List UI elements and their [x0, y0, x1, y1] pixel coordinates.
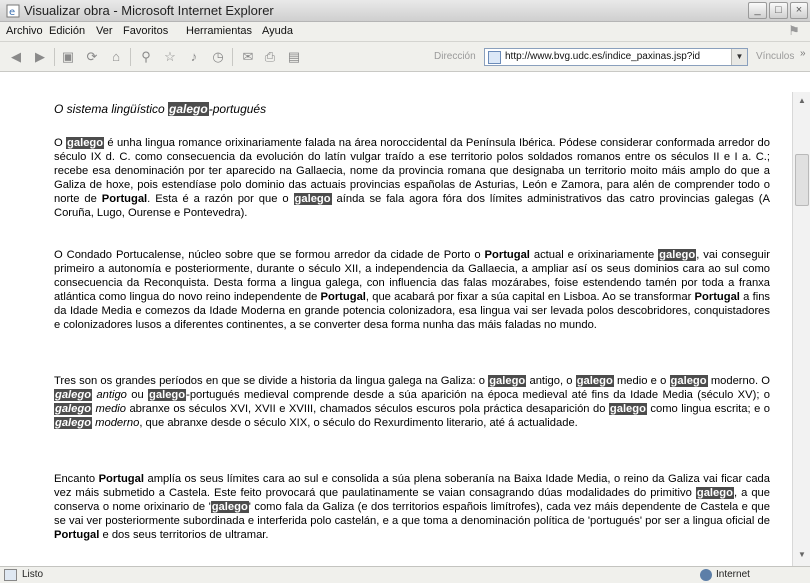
search-highlight: galego — [575, 375, 614, 387]
text-run: medio e o — [613, 375, 670, 387]
refresh-icon[interactable]: ⟳ — [84, 49, 100, 65]
text-run: Encanto — [54, 473, 99, 485]
print-icon[interactable]: ⎙ — [262, 49, 278, 65]
stop-icon[interactable]: ▣ — [60, 49, 76, 65]
paragraph-2: O Condado Portucalense, núcleo sobre que… — [54, 248, 770, 332]
text-run: medio — [92, 403, 126, 415]
edit-icon[interactable]: ▤ — [286, 49, 302, 65]
text-run: antigo — [92, 389, 127, 401]
paragraph-3: Tres son os grandes períodos en que se d… — [54, 374, 770, 430]
minimize-button[interactable]: _ — [748, 2, 767, 19]
text-run: moderno. O — [707, 375, 770, 387]
text-run: Tres son os grandes períodos en que se d… — [54, 375, 489, 387]
address-label: Dirección — [434, 51, 476, 62]
close-button[interactable]: × — [790, 2, 808, 19]
search-highlight: galego — [66, 137, 105, 149]
text-run: , que acabará por fixar a súa capital en… — [365, 291, 695, 303]
text-run: -portugués medieval comprende desde a sú… — [186, 389, 770, 401]
forward-icon[interactable]: ▶ — [32, 49, 48, 65]
text-run: amplía os seus límites cara ao sul e con… — [54, 473, 770, 499]
bold-term: Portugal — [54, 529, 100, 541]
paragraph-4: Encanto Portugal amplía os seus límites … — [54, 472, 770, 542]
search-highlight: galego — [210, 501, 249, 513]
page-heading: O sistema lingüístico galego-portugués — [54, 102, 266, 116]
favorites-icon[interactable]: ☆ — [162, 49, 178, 65]
history-icon[interactable]: ◷ — [210, 49, 226, 65]
maximize-button[interactable]: □ — [769, 2, 788, 19]
bold-term: Portugal — [484, 249, 530, 261]
bold-term: Portugal — [98, 473, 144, 485]
home-icon[interactable]: ⌂ — [108, 49, 124, 65]
menu-bar: Archivo Edición Ver Favoritos Herramient… — [0, 22, 810, 42]
media-icon[interactable]: ♪ — [186, 49, 202, 65]
paragraph-1: O galego é unha lingua romance orixinari… — [54, 136, 770, 220]
text-run: e dos seus territorios de ultramar. — [99, 529, 269, 541]
vertical-scrollbar[interactable]: ▲ ▼ — [792, 92, 810, 566]
bold-term: Portugal — [694, 291, 740, 303]
title-bar: e Visualizar obra - Microsoft Internet E… — [0, 0, 810, 22]
address-input[interactable]: http://www.bvg.udc.es/indice_paxinas.jsp… — [505, 51, 715, 62]
text-run: O sistema lingüístico — [54, 102, 169, 116]
text-run: actual e orixinariamente — [529, 249, 659, 261]
toolbar: ◀ ▶ ▣ ⟳ ⌂ ⚲ ☆ ♪ ◷ ✉ ⎙ ▤ Dirección http:/… — [0, 42, 810, 72]
page-icon — [488, 51, 501, 64]
page-content: O sistema lingüístico galego-portugués O… — [0, 92, 792, 566]
menu-ver[interactable]: Ver — [96, 25, 113, 37]
text-run: ou — [126, 389, 149, 401]
toolbar-separator — [130, 48, 131, 66]
search-highlight: galego — [54, 389, 93, 401]
bold-term: Portugal — [101, 193, 148, 205]
text-run: -portugués — [208, 102, 267, 116]
text-run: abranxe os séculos XVI, XVII e XVIII, ch… — [126, 403, 609, 415]
toolbar-separator — [232, 48, 233, 66]
text-run: . Esta é a razón por que o — [147, 193, 294, 205]
scroll-up-icon[interactable]: ▲ — [795, 94, 809, 108]
text-run: O Condado Portucalense, núcleo sobre que… — [54, 249, 485, 261]
text-run: antigo, o — [526, 375, 576, 387]
menu-favoritos[interactable]: Favoritos — [123, 25, 168, 37]
search-highlight: galego — [293, 193, 332, 205]
text-run: O — [54, 137, 67, 149]
scroll-thumb[interactable] — [795, 154, 809, 206]
search-highlight: galego — [669, 375, 708, 387]
ie-page-icon: e — [6, 4, 20, 18]
address-dropdown-icon[interactable]: ▼ — [731, 49, 747, 65]
mail-icon[interactable]: ✉ — [240, 49, 256, 65]
menu-edicion[interactable]: Edición — [49, 25, 85, 37]
page-status-icon — [4, 569, 17, 581]
search-highlight: galego — [168, 102, 209, 116]
links-label[interactable]: Vínculos — [756, 51, 794, 62]
chevron-right-icon[interactable]: » — [800, 48, 806, 59]
search-highlight: galego — [488, 375, 527, 387]
search-icon[interactable]: ⚲ — [138, 49, 154, 65]
security-zone: Internet — [716, 569, 750, 580]
text-run: , que abranxe desde o século XIX, o sécu… — [139, 417, 578, 429]
status-text: Listo — [22, 569, 44, 580]
window-title: Visualizar obra - Microsoft Internet Exp… — [24, 3, 274, 18]
menu-archivo[interactable]: Archivo — [6, 25, 43, 37]
back-icon[interactable]: ◀ — [8, 49, 24, 65]
search-highlight: galego — [608, 403, 647, 415]
scroll-down-icon[interactable]: ▼ — [795, 548, 809, 562]
search-highlight: galego — [54, 403, 93, 415]
menu-ayuda[interactable]: Ayuda — [262, 25, 293, 37]
globe-icon — [700, 569, 712, 581]
search-highlight: galego — [148, 389, 187, 401]
windows-logo-icon: ⚑ — [788, 23, 800, 38]
toolbar-separator — [54, 48, 55, 66]
search-highlight: galego — [658, 249, 697, 261]
text-run: como lingua escrita; e o — [646, 403, 770, 415]
address-bar[interactable]: http://www.bvg.udc.es/indice_paxinas.jsp… — [484, 48, 748, 66]
menu-herramientas[interactable]: Herramientas — [186, 25, 252, 37]
search-highlight: galego — [54, 417, 93, 429]
status-bar: Listo Internet — [0, 566, 810, 583]
svg-text:e: e — [9, 7, 15, 18]
search-highlight: galego — [695, 487, 734, 499]
bold-term: Portugal — [320, 291, 366, 303]
text-run: moderno — [92, 417, 140, 429]
